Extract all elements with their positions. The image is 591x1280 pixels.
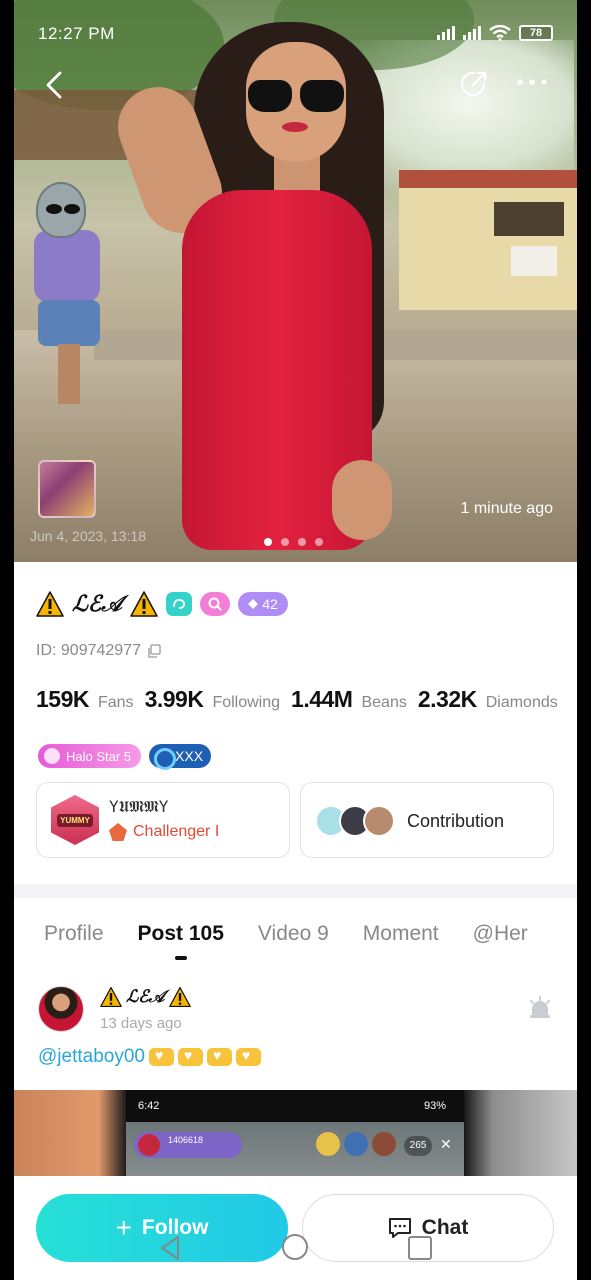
photo-boy: [34, 230, 104, 410]
profile-screen: 12:27 PM 78 Jun 4, 2023, 13:18 1 minute …: [14, 0, 577, 1280]
photo-subject-sunglasses: [246, 80, 346, 114]
following-label[interactable]: Following: [212, 694, 280, 712]
viewer-avatar: [316, 1132, 340, 1156]
rank-tier-label: Challenger I: [133, 823, 220, 840]
nav-recents-icon[interactable]: [408, 1236, 432, 1260]
screenshot-status-bar: 6:42 93%: [126, 1090, 464, 1122]
contribution-card[interactable]: Contribution: [300, 782, 554, 858]
rank-tier: Challenger I: [109, 823, 219, 841]
heart-emoji-icon: [235, 1047, 261, 1066]
system-navigation: [14, 1232, 577, 1264]
page-dot: [281, 538, 289, 546]
screenshot-live-id: 1406618: [168, 1135, 204, 1145]
post-mention[interactable]: @jettaboy00: [38, 1046, 145, 1068]
tab-video[interactable]: Video 9: [258, 922, 329, 946]
photo-age: 1 minute ago: [460, 500, 553, 517]
photo-subject-lips: [282, 122, 308, 132]
rank-crest-icon: [109, 823, 127, 841]
heart-emoji-icon: [177, 1047, 203, 1066]
page-dot: [298, 538, 306, 546]
wifi-icon: [489, 25, 511, 41]
profile-photo[interactable]: 12:27 PM 78 Jun 4, 2023, 13:18 1 minute …: [14, 0, 577, 562]
rank-card[interactable]: YUMMY Y𝖀𝕸𝕸Y Challenger I: [36, 782, 290, 858]
photo-subject-hand: [332, 460, 392, 540]
status-time: 12:27 PM: [38, 24, 115, 43]
photo-thumbnail[interactable]: [38, 460, 96, 518]
user-name: ℒℰ𝒜: [72, 591, 122, 617]
page-dot: [264, 538, 272, 546]
fans-count[interactable]: 159K: [36, 686, 89, 713]
bottom-action-bar: + Follow Chat: [14, 1176, 577, 1280]
screenshot-host-pill: 1406618: [134, 1132, 242, 1158]
copy-icon[interactable]: [147, 644, 161, 658]
diamonds-label: Diamonds: [485, 694, 558, 711]
more-options-icon[interactable]: [514, 72, 550, 92]
warning-icon: [36, 591, 64, 617]
photo-date: Jun 4, 2023, 13:18: [30, 528, 146, 544]
screenshot-viewer-avatars: [316, 1132, 396, 1156]
tab-profile[interactable]: Profile: [44, 922, 104, 946]
profile-tags: Halo Star 5 XXX: [38, 744, 212, 770]
warning-icon: [168, 986, 191, 1008]
tab-post[interactable]: Post 105: [138, 922, 224, 960]
section-divider: [14, 884, 577, 898]
halo-star-tag[interactable]: Halo Star 5: [38, 744, 142, 768]
photo-building: [399, 170, 577, 310]
level-value: 42: [262, 596, 278, 612]
fans-label[interactable]: Fans: [98, 694, 134, 712]
contribution-label: Contribution: [407, 811, 505, 831]
page-dot: [315, 538, 323, 546]
signal-icon: [437, 26, 455, 40]
heart-emoji-icon: [206, 1047, 232, 1066]
beans-label: Beans: [361, 694, 407, 711]
group-tag[interactable]: XXX: [149, 744, 212, 770]
post-screenshot: 6:42 93% 1406618 265 ✕: [126, 1090, 464, 1186]
nav-back-icon[interactable]: [158, 1234, 182, 1262]
photo-page-dots[interactable]: [264, 538, 323, 546]
back-arrow-icon[interactable]: [42, 70, 68, 100]
warning-icon: [130, 591, 158, 617]
nav-home-icon[interactable]: [282, 1234, 308, 1260]
alien-sticker-icon: [36, 182, 86, 238]
profile-tabs: Profile Post 105 Video 9 Moment @Her: [44, 922, 562, 960]
post-author-label: ℒℰ𝒜: [126, 987, 165, 1007]
status-icons: 78: [437, 25, 553, 41]
diamonds-count: 2.32K: [417, 686, 477, 712]
zodiac-badge-icon: [165, 592, 192, 616]
user-id[interactable]: ID: 909742977: [36, 642, 161, 660]
tab-mentions[interactable]: @Her: [473, 922, 528, 946]
rank-title: Y𝖀𝕸𝕸Y: [109, 797, 169, 816]
diamond-icon: [248, 599, 259, 609]
user-id-text: ID: 909742977: [36, 642, 141, 659]
rank-emblem-icon: YUMMY: [51, 795, 99, 845]
post-time: 13 days ago: [100, 1015, 182, 1032]
beans-count: 1.44M: [291, 686, 353, 712]
heart-emoji-icon: [148, 1047, 174, 1066]
profile-name-row: ℒℰ𝒜 42: [36, 590, 288, 618]
tab-moment[interactable]: Moment: [363, 922, 439, 946]
post-text: @jettaboy00: [38, 1046, 261, 1068]
contributor-avatar: [363, 805, 395, 837]
screenshot-close-icon: ✕: [440, 1136, 452, 1152]
contributor-avatars: [315, 803, 399, 841]
warning-icon: [100, 986, 122, 1008]
post-author-avatar[interactable]: [38, 986, 84, 1032]
post-author-name[interactable]: ℒℰ𝒜: [100, 986, 191, 1008]
viewer-avatar: [372, 1132, 396, 1156]
share-icon[interactable]: [458, 68, 490, 100]
post-image[interactable]: 6:42 93% 1406618 265 ✕: [14, 1090, 577, 1186]
screenshot-time: 6:42: [138, 1100, 160, 1112]
screenshot-viewer-count: 265: [404, 1136, 432, 1156]
level-badge: 42: [237, 592, 288, 616]
alarm-icon[interactable]: [528, 996, 552, 1020]
following-count[interactable]: 3.99K: [145, 686, 204, 713]
signal-icon: [463, 26, 481, 40]
battery-icon: 78: [519, 25, 553, 41]
rank-emblem-text: YUMMY: [57, 813, 93, 827]
profile-stats: 159K Fans 3.99K Following 1.44M Beans 2.…: [36, 686, 560, 713]
search-badge-icon: [199, 592, 230, 616]
screenshot-battery: 93%: [423, 1100, 446, 1112]
viewer-avatar: [344, 1132, 368, 1156]
